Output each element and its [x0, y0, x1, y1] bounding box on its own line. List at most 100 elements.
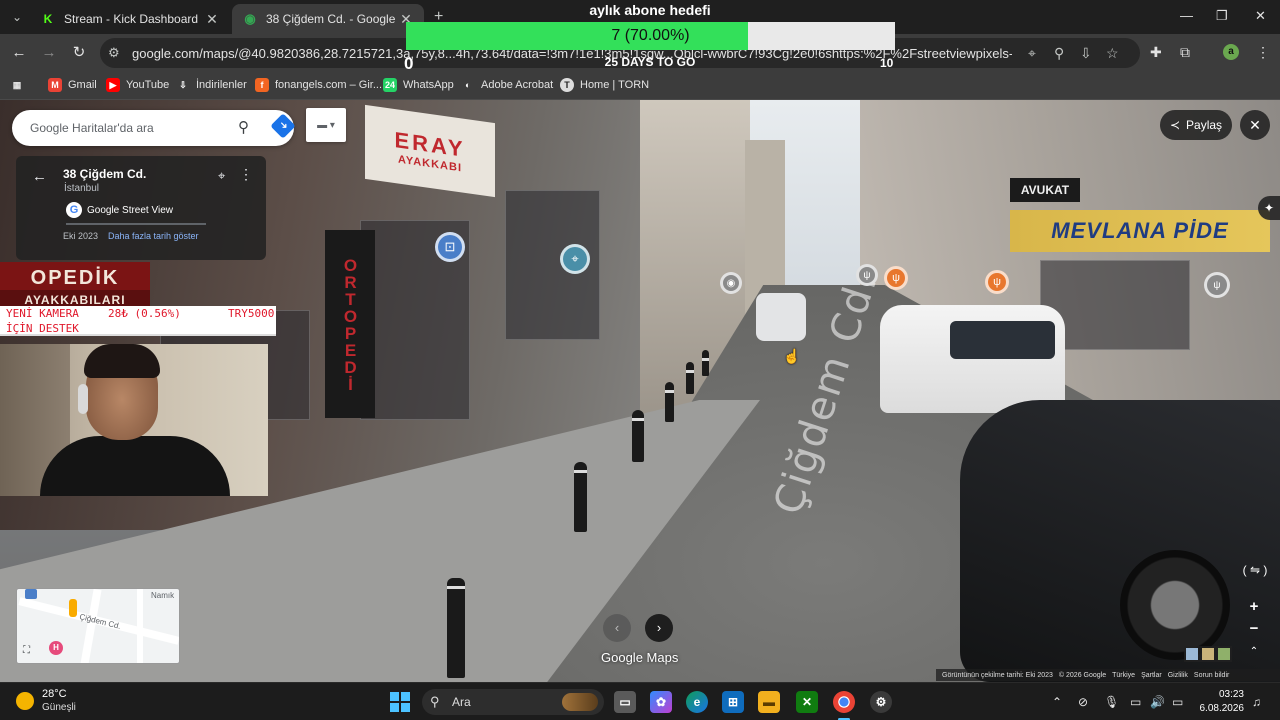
- map-pin-icon[interactable]: ⌖: [218, 168, 225, 184]
- sparkle-icon[interactable]: ✦: [1258, 196, 1280, 220]
- reload-icon[interactable]: ↻: [70, 44, 88, 62]
- more-options-icon[interactable]: ⋮: [239, 166, 253, 183]
- zoom-icon[interactable]: ⚲: [1054, 45, 1064, 62]
- back-arrow-icon[interactable]: ←: [32, 168, 47, 185]
- tab-close-icon[interactable]: ✕: [204, 11, 220, 28]
- bookmark-downloads[interactable]: ⇩ İndirilenler: [176, 78, 247, 92]
- browser-menu-icon[interactable]: ⋮: [1256, 44, 1270, 61]
- weather-widget[interactable]: 28°C Güneşli: [16, 688, 76, 714]
- file-explorer-icon[interactable]: ▬: [758, 691, 780, 713]
- network-off-icon[interactable]: ⊘: [1078, 695, 1088, 709]
- bollard: [574, 462, 587, 532]
- task-view-icon[interactable]: ▭: [614, 691, 636, 713]
- maps-search-box[interactable]: Google Haritalar'da ara ⚲ ➜: [12, 110, 296, 146]
- bookmark-fonangels[interactable]: f fonangels.com – Gir...: [255, 78, 382, 92]
- country-link[interactable]: Türkiye: [1112, 672, 1135, 679]
- restaurant-pin-icon[interactable]: ψ: [856, 264, 878, 286]
- sun-icon: [16, 692, 34, 710]
- copilot-icon[interactable]: ✿: [650, 691, 672, 713]
- bookmark-acrobat[interactable]: ◐ Adobe Acrobat: [461, 78, 553, 92]
- window-close-icon[interactable]: ✕: [1255, 8, 1266, 24]
- privacy-link[interactable]: Gizlilik: [1168, 672, 1188, 679]
- restaurant-pin-icon[interactable]: ψ: [985, 270, 1009, 294]
- tab-google-maps[interactable]: ◉ 38 Çiğdem Cd. - Google Haritalar ✕: [232, 4, 424, 34]
- bookmark-whatsapp[interactable]: 24 WhatsApp: [383, 78, 454, 92]
- tab-search-icon[interactable]: ⌄: [8, 8, 26, 26]
- system-clock[interactable]: 03:23 6.08.2026: [1196, 688, 1245, 716]
- google-g-icon: G: [66, 202, 82, 218]
- headphones: [78, 384, 88, 414]
- bookmarks-bar: ▦ M Gmail ▶ YouTube ⇩ İndirilenler f fonange…: [0, 72, 1280, 100]
- site-info-icon[interactable]: ⚙: [108, 45, 120, 61]
- more-dates-link[interactable]: Daha fazla tarih göster: [108, 231, 199, 241]
- extensions-puzzle-icon[interactable]: ⧉: [1180, 44, 1190, 61]
- restaurant-pin-icon[interactable]: ψ: [884, 266, 908, 290]
- divider: [66, 223, 206, 225]
- pegman-icon[interactable]: [69, 599, 77, 617]
- webcam-overlay: [0, 344, 268, 496]
- tab-title: 38 Çiğdem Cd. - Google Haritalar: [266, 12, 398, 26]
- search-icon[interactable]: ⚲: [238, 118, 249, 136]
- layers-button[interactable]: ▬ ▾: [306, 108, 346, 142]
- place-pin-icon[interactable]: ◉: [720, 272, 742, 294]
- xbox-icon[interactable]: ✕: [796, 691, 818, 713]
- terms-link[interactable]: Şartlar: [1141, 672, 1162, 679]
- bookmark-youtube[interactable]: ▶ YouTube: [106, 78, 169, 92]
- expand-up-icon[interactable]: ⌃: [1244, 646, 1264, 662]
- previous-arrow-icon[interactable]: ‹: [603, 614, 631, 642]
- donation-goal-widget: YENİ KAMERA 28₺ (0.56%) TRY5000 İÇİN DES…: [0, 306, 276, 336]
- share-button[interactable]: ≺ Paylaş: [1160, 110, 1232, 140]
- goal-max: 10: [880, 56, 894, 70]
- restaurant-pin-icon[interactable]: ψ: [1204, 272, 1230, 298]
- zoom-out-icon[interactable]: −: [1246, 620, 1262, 637]
- webcam-person-body: [40, 436, 230, 496]
- google-maps-icon: ◉: [244, 11, 256, 26]
- report-link[interactable]: Sorun bildir: [1194, 672, 1229, 679]
- display-icon[interactable]: ▭: [1130, 695, 1141, 709]
- bookmark-torn[interactable]: T Home | TORN: [560, 78, 649, 92]
- next-arrow-icon[interactable]: ›: [645, 614, 673, 642]
- mini-map[interactable]: Çiğdem Cd. Namık H ⛶: [16, 588, 180, 664]
- shopping-bag-pin-icon[interactable]: ⊡: [435, 232, 465, 262]
- minimize-icon[interactable]: —: [1180, 8, 1193, 23]
- profile-avatar[interactable]: a: [1223, 44, 1239, 60]
- battery-icon[interactable]: ▭: [1172, 695, 1183, 709]
- edge-icon[interactable]: e: [686, 691, 708, 713]
- street-view-info-card: ← 38 Çiğdem Cd. İstanbul ⌖ ⋮ G Google Str…: [16, 156, 266, 260]
- settings-gear-icon[interactable]: ⚙: [870, 691, 892, 713]
- bollard: [702, 350, 709, 376]
- install-app-icon[interactable]: ⇩: [1080, 45, 1092, 62]
- chrome-icon[interactable]: [833, 691, 855, 713]
- weather-condition: Güneşli: [42, 702, 76, 713]
- location-pin-icon[interactable]: ⌖: [560, 244, 590, 274]
- kick-logo-icon: K: [40, 11, 56, 27]
- photo-nav: ‹ ›: [603, 614, 687, 642]
- notification-bell-icon[interactable]: ♫: [1252, 695, 1261, 709]
- bookmark-gmail[interactable]: M Gmail: [48, 78, 97, 92]
- apps-grid-icon[interactable]: ▦: [10, 78, 30, 92]
- forward-icon[interactable]: →: [40, 44, 58, 62]
- compass-icon[interactable]: ( ⇋ ): [1240, 563, 1270, 583]
- store-icon[interactable]: ⊞: [722, 691, 744, 713]
- bookmark-star-icon[interactable]: ☆: [1106, 45, 1119, 62]
- taskbar-search[interactable]: ⚲ Ara: [422, 689, 604, 715]
- back-icon[interactable]: ←: [10, 44, 28, 62]
- maximize-icon[interactable]: ❐: [1216, 8, 1228, 24]
- location-icon[interactable]: ⌖: [1028, 45, 1036, 62]
- provider-label: G Google Street View: [66, 202, 173, 218]
- donation-progress-track: [0, 334, 276, 336]
- volume-icon[interactable]: 🔊: [1150, 695, 1165, 709]
- zoom-in-icon[interactable]: +: [1246, 598, 1262, 615]
- tab-kick-dashboard[interactable]: K Stream - Kick Dashboard ✕: [30, 4, 230, 34]
- microphone-icon[interactable]: 🎙: [1104, 695, 1119, 709]
- place-city: İstanbul: [64, 183, 100, 194]
- expand-icon[interactable]: ⛶: [23, 645, 37, 659]
- windows-start-icon[interactable]: [390, 692, 410, 712]
- photo-thumbnails[interactable]: [1184, 646, 1232, 662]
- bus-stop-icon: [25, 589, 37, 599]
- google-maps-logo: Google Maps: [601, 650, 679, 665]
- tray-overflow-icon[interactable]: ⌃: [1052, 695, 1062, 709]
- close-street-view-icon[interactable]: ✕: [1240, 110, 1270, 140]
- dark-car: [960, 400, 1280, 682]
- extension-icon[interactable]: ✚: [1150, 44, 1162, 61]
